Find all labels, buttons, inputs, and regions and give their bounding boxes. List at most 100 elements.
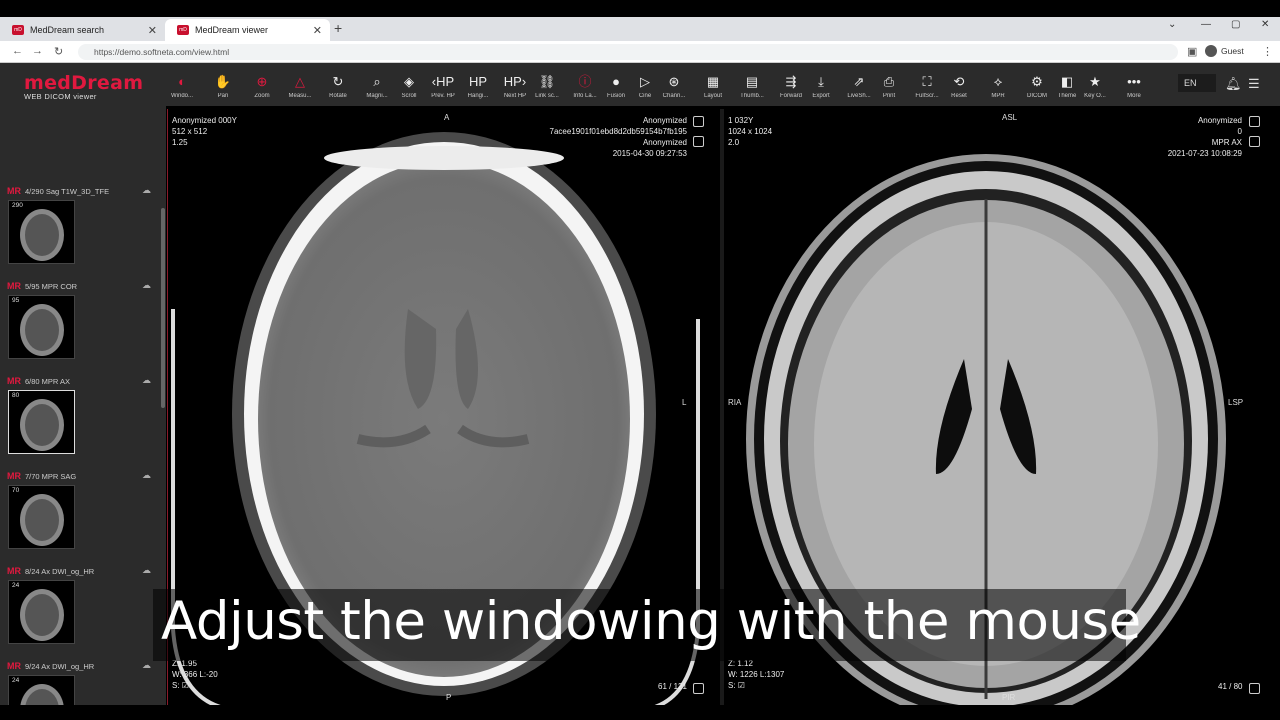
series-thumbnail[interactable]: 95 (8, 295, 75, 359)
camera-icon[interactable] (1249, 116, 1260, 127)
tool-windo-button[interactable]: ◐ Windo... (164, 74, 200, 99)
series-title[interactable]: MR 6/80 MPR AX (7, 376, 70, 386)
close-window-button[interactable]: ✕ (1261, 19, 1269, 30)
modality-badge: MR (7, 471, 21, 481)
tab-search-dropdown-icon[interactable]: ⌄ (1168, 19, 1176, 30)
screen: mD MedDream search ✕ mD MedDream viewer … (0, 0, 1280, 720)
orient-bottom: P (446, 693, 452, 702)
tool-key-o-button[interactable]: ★ Key O... (1077, 74, 1113, 99)
tool-label: More (1127, 93, 1141, 99)
series-label: 8/24 Ax DWI_og_HR (25, 567, 95, 576)
series-title[interactable]: MR 4/290 Sag T1W_3D_TFE (7, 186, 109, 196)
tool-magni-button[interactable]: ⌕ Magni... (359, 74, 395, 99)
series-title[interactable]: MR 5/95 MPR COR (7, 281, 77, 291)
camera-icon[interactable] (693, 116, 704, 127)
series-title[interactable]: MR 8/24 Ax DWI_og_HR (7, 566, 94, 576)
next-hp-icon: HP› (503, 74, 527, 89)
study-uid: 0 (1237, 127, 1242, 136)
close-tab-icon[interactable]: ✕ (148, 24, 157, 37)
tool-measu-button[interactable]: △ Measu... (282, 74, 318, 99)
series-label: 6/80 MPR AX (25, 377, 71, 386)
slice-thickness: 2.0 (728, 138, 740, 147)
browser-address-bar: ← → ↻ https://demo.softneta.com/view.htm… (0, 41, 1280, 63)
vp1-bottom-left-info: Z: 1.95 W: 366 L:-20 S: ☑ (172, 658, 218, 691)
cloud-download-icon[interactable]: ☁ (142, 660, 151, 671)
tool-zoom-button[interactable]: ⊕ Zoom (244, 74, 280, 99)
profile-button[interactable]: Guest (1205, 45, 1244, 57)
bell-icon[interactable]: 🔔︎ (1225, 76, 1242, 92)
sidepanel-icon[interactable]: ▣ (1187, 45, 1197, 58)
tool-fullscr-button[interactable]: ⛶ FullScr... (909, 74, 945, 99)
tool-label: Prev. HP (431, 93, 455, 99)
minimize-button[interactable]: — (1201, 19, 1211, 30)
series-thumbnail[interactable]: 70 (8, 485, 75, 549)
browser-tab-viewer[interactable]: mD MedDream viewer ✕ (165, 19, 330, 41)
orient-right: L (682, 398, 687, 407)
tool-prev-hp-button[interactable]: ‹HP Prev. HP (425, 74, 461, 99)
tab-title: MedDream search (30, 25, 105, 35)
cloud-download-icon[interactable]: ☁ (142, 185, 151, 196)
tool-rotate-button[interactable]: ↻ Rotate (320, 74, 356, 99)
url-input[interactable]: https://demo.softneta.com/view.html (78, 44, 1178, 60)
meddream-favicon-icon: mD (177, 25, 189, 35)
modality-badge: MR (7, 566, 21, 576)
document-icon[interactable] (693, 136, 704, 147)
cloud-download-icon[interactable]: ☁ (142, 470, 151, 481)
save-icon[interactable] (1249, 683, 1260, 694)
settings-sliders-icon[interactable]: ☰ (1248, 76, 1260, 92)
forward-icon[interactable]: → (32, 45, 43, 57)
windo-icon: ◐ (178, 74, 186, 89)
tool-scroll-button[interactable]: ◈ Scroll (391, 74, 427, 99)
letterbox-top (0, 0, 1280, 17)
tool-mpr-button[interactable]: ⟡ MPR (980, 74, 1016, 99)
browser-menu-icon[interactable]: ⋮ (1262, 45, 1273, 58)
maximize-button[interactable]: ▢ (1231, 19, 1240, 30)
tool-label: Chann... (662, 93, 686, 99)
tool-more-button[interactable]: ••• More (1116, 74, 1152, 99)
tool-reset-button[interactable]: ⟲ Reset (941, 74, 977, 99)
export-icon: ⤓ (818, 74, 824, 89)
cloud-download-icon[interactable]: ☁ (142, 280, 151, 291)
tool-label: Measu... (288, 93, 312, 99)
browser-tab-search[interactable]: mD MedDream search ✕ (0, 19, 165, 41)
link-sc-icon: ⛓ (538, 74, 556, 89)
series-title[interactable]: MR 7/70 MPR SAG (7, 471, 76, 481)
tool-print-button[interactable]: ⎙ Print (871, 74, 907, 99)
series-thumbnail[interactable]: 80 (8, 390, 75, 454)
sync-checkbox[interactable]: S: ☑ (728, 680, 784, 691)
tool-pan-button[interactable]: ✋ Pan (205, 74, 241, 99)
sidebar-scrollbar[interactable] (161, 208, 165, 408)
window-level: W: 1226 L:1307 (728, 670, 785, 679)
sync-checkbox[interactable]: S: ☑ (172, 680, 218, 691)
tool-thumb-button[interactable]: ▤ Thumb... (734, 74, 770, 99)
orient-top: A (444, 113, 450, 122)
cloud-download-icon[interactable]: ☁ (142, 565, 151, 576)
series-label: 4/290 Sag T1W_3D_TFE (25, 187, 110, 196)
reload-icon[interactable]: ↻ (54, 45, 63, 58)
series-thumbnail[interactable]: 290 (8, 200, 75, 264)
chann-icon: ⊛ (668, 74, 680, 89)
tool-hangi-button[interactable]: HP Hangi... (460, 74, 496, 99)
back-icon[interactable]: ← (12, 45, 23, 57)
document-icon[interactable] (1249, 136, 1260, 147)
cloud-download-icon[interactable]: ☁ (142, 375, 151, 386)
tool-next-hp-button[interactable]: HP› Next HP (497, 74, 533, 99)
tool-export-button[interactable]: ⤓ Export (803, 74, 839, 99)
new-tab-button[interactable]: + (334, 20, 342, 36)
tool-layout-button[interactable]: ▦ Layout (695, 74, 731, 99)
series-thumbnail[interactable]: 24 (8, 580, 75, 644)
meddream-favicon-icon: mD (12, 25, 24, 35)
series-description: MPR AX (1211, 138, 1242, 147)
avatar-icon (1205, 45, 1217, 57)
close-tab-icon[interactable]: ✕ (313, 24, 322, 37)
tool-label: Pan (217, 93, 229, 99)
tool-link-sc-button[interactable]: ⛓ Link sc... (529, 74, 565, 99)
tool-chann-button[interactable]: ⊛ Chann... (656, 74, 692, 99)
image-count: 80 (12, 392, 20, 399)
series-title[interactable]: MR 9/24 Ax DWI_og_HR (7, 661, 94, 671)
series-thumbnail[interactable]: 24 (8, 675, 75, 706)
language-select[interactable]: EN (1178, 74, 1216, 92)
vp2-bottom-left-info: Z: 1.12 W: 1226 L:1307 S: ☑ (728, 658, 784, 691)
vp1-top-left-info: Anonymized 000Y 512 x 512 1.25 (172, 115, 237, 148)
save-icon[interactable] (693, 683, 704, 694)
